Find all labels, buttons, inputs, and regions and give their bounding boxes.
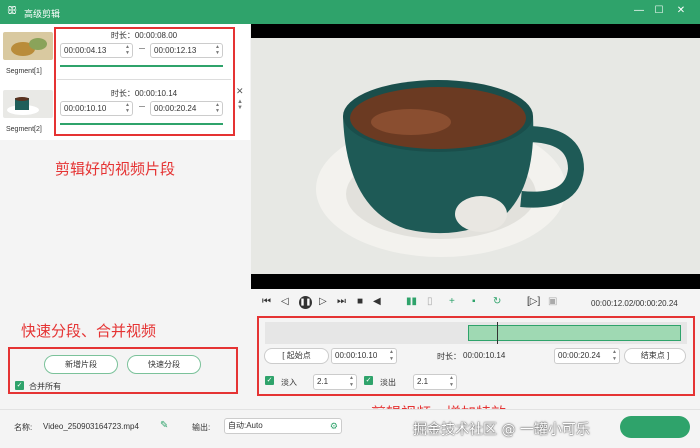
playhead[interactable]: [497, 322, 498, 344]
copy-icon[interactable]: ▪: [472, 296, 476, 308]
bottom-bar: 名称: Video_250903164723.mp4 ✎ 输出: 自动:Auto…: [0, 409, 700, 448]
segment-pane: Segment[1] 时长：00:00:08.00 00:00:04.13 ▲ ▼ …: [0, 24, 250, 409]
step-forward-icon[interactable]: ▷: [319, 296, 327, 308]
fade-in-input[interactable]: 2.1 ▲ ▼: [313, 374, 357, 390]
minimize-button[interactable]: —: [632, 4, 646, 18]
undo-icon[interactable]: ↻: [493, 296, 501, 308]
playback-controls: ⏮ ◁ ❚❚ ▷ ⏭ ■ ◀ ▮▮ ▯ + ▪ ↻ [▷] ▣ 00:00:12…: [251, 289, 700, 315]
fade-out-input[interactable]: 2.1 ▲ ▼: [413, 374, 457, 390]
stop-icon[interactable]: ■: [357, 296, 363, 308]
end-time-input[interactable]: 00:00:20.24 ▲ ▼: [554, 348, 620, 364]
name-label: 名称:: [14, 423, 33, 432]
settings-gear-icon[interactable]: ⚙: [330, 419, 338, 433]
start-time-input[interactable]: 00:00:10.10 ▲ ▼: [331, 348, 397, 364]
quick-split-button[interactable]: 快速分段: [127, 355, 201, 374]
split-icon[interactable]: ▮▮: [406, 296, 417, 308]
watermark: 掘金技术社区 @ 一罐小可乐: [413, 422, 590, 438]
segment-label: Segment[1]: [6, 68, 42, 75]
window-title: 高级剪辑: [24, 9, 61, 19]
annotation-box-segments: [54, 27, 235, 136]
duration-value: 00:00:10.14: [463, 351, 506, 360]
add-icon[interactable]: +: [449, 296, 455, 308]
time-readout: 00:00:12.02/00:00:20.24: [591, 299, 678, 308]
edit-name-icon[interactable]: ✎: [160, 420, 168, 431]
pause-icon[interactable]: ❚❚: [299, 296, 312, 309]
skip-end-icon[interactable]: ⏭: [337, 296, 346, 308]
fade-in-checkbox[interactable]: ✓: [265, 376, 274, 385]
add-segment-button[interactable]: 新增片段: [44, 355, 118, 374]
reorder-arrows-icon[interactable]: ▲ ▼: [237, 99, 243, 111]
spinner-arrows-icon[interactable]: ▲ ▼: [349, 375, 354, 389]
delete-icon[interactable]: ▯: [427, 296, 433, 308]
annotation-split-merge: 快速分段、合并视频: [21, 322, 157, 340]
spinner-arrows-icon[interactable]: ▲ ▼: [389, 349, 394, 363]
file-name: Video_250903164723.mp4: [43, 422, 139, 431]
delete-segment-icon[interactable]: ✕: [236, 86, 244, 97]
segment-thumbnail[interactable]: [3, 90, 53, 118]
set-end-button[interactable]: 结束点 ]: [624, 348, 686, 364]
step-back-icon[interactable]: ◁: [281, 296, 289, 308]
fade-in-label: 淡入: [281, 378, 297, 387]
fade-out-label: 淡出: [380, 378, 396, 387]
titlebar: ꕥ 高级剪辑 — ☐ ✕: [0, 0, 700, 24]
annotation-segments: 剪辑好的视频片段: [55, 160, 176, 178]
set-start-button[interactable]: [ 起始点: [264, 348, 329, 364]
app-logo-icon: ꕥ: [7, 5, 18, 17]
mark-in-icon[interactable]: [▷]: [527, 296, 540, 308]
spinner-arrows-icon[interactable]: ▲ ▼: [612, 349, 617, 363]
volume-icon[interactable]: ◀: [373, 296, 381, 308]
close-button[interactable]: ✕: [674, 4, 688, 18]
spinner-arrows-icon[interactable]: ▲ ▼: [449, 375, 454, 389]
segment-label: Segment[2]: [6, 126, 42, 133]
segment-thumbnail[interactable]: [3, 32, 53, 60]
snapshot-icon[interactable]: ▣: [548, 296, 557, 308]
export-button[interactable]: [620, 416, 690, 438]
merge-all-checkbox[interactable]: ✓: [15, 381, 24, 390]
merge-all-label: 合并所有: [29, 382, 61, 391]
timeline-selection[interactable]: [468, 325, 681, 341]
output-path-field[interactable]: 自动:Auto ⚙: [224, 418, 342, 434]
maximize-button[interactable]: ☐: [652, 4, 666, 18]
editor-window: ꕥ 高级剪辑 — ☐ ✕ Segment[1] 时长：00:00:08.00 0…: [0, 0, 700, 448]
timeline-track[interactable]: [265, 322, 687, 344]
output-label: 输出:: [192, 423, 211, 432]
duration-label: 时长：: [437, 352, 461, 361]
fade-out-checkbox[interactable]: ✓: [364, 376, 373, 385]
skip-start-icon[interactable]: ⏮: [262, 296, 271, 308]
video-preview[interactable]: [251, 24, 700, 289]
